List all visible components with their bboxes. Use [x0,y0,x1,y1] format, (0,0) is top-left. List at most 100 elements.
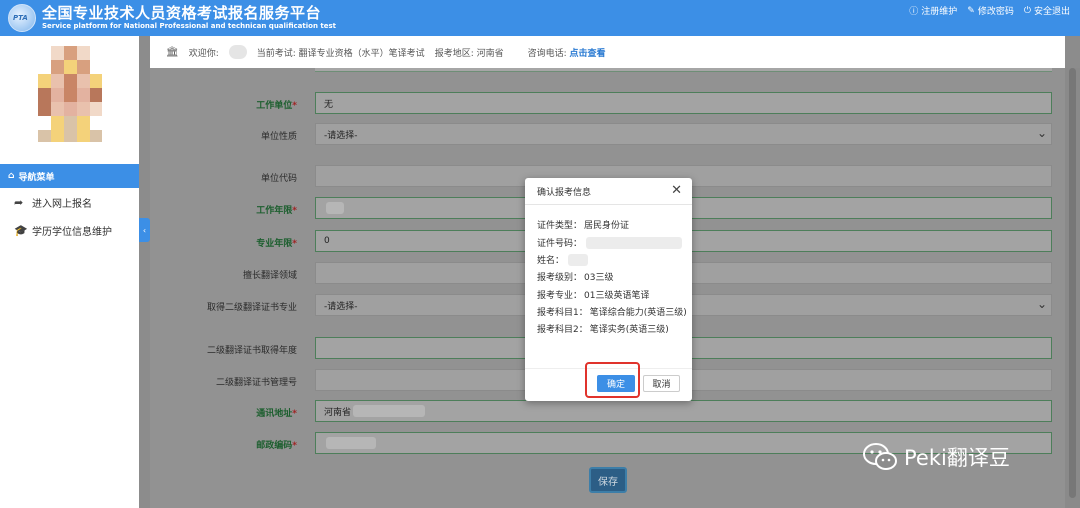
exam-info-bar: 🏛 欢迎你: 当前考试: 翻译专业资格（水平）笔译考试 报考地区: 河南省 咨询… [150,36,1065,68]
scrollbar-thumb[interactable] [1069,68,1076,498]
sidebar-item-education-info[interactable]: 🎓 学历学位信息维护 [0,218,139,242]
register-maintain-label: 注册维护 [921,7,958,17]
change-password-label: 修改密码 [977,7,1014,17]
watermark-text: Peki翻译豆 [904,446,1010,470]
previous-field-edge [315,68,1052,72]
confirm-button[interactable]: 确定 [597,375,635,392]
confirm-registration-dialog: 确认报考信息 ✕ 证件类型： 居民身份证 证件号码： 姓名： 报考级别： 03三级 报考专业… [525,178,692,401]
nav-menu-header: ⌂ 导航菜单 [0,164,139,188]
form-label: 擅长翻译领域 [127,268,297,281]
dialog-info-line: 报考专业： 01三级英语笔译 [537,288,649,301]
home-icon: ⌂ [8,171,15,181]
page-scrollbar[interactable] [1065,68,1080,508]
dialog-info-label: 证件类型： [537,221,583,231]
redacted-value [568,253,589,266]
form-label: 二级翻译证书管理号 [127,375,297,388]
form-label-text: 工作年限 [256,206,293,216]
form-label: 单位性质 [127,129,297,142]
form-label: 取得二级翻译证书专业 [127,300,297,313]
form-label: 二级翻译证书取得年度 [127,343,297,356]
dialog-info-label: 报考级别： [537,273,583,283]
header-links: ⓘ 注册维护 ✎ 修改密码 ⏻ 安全退出 [909,4,1070,18]
dialog-info-value: 03三级 [584,273,614,283]
form-label-text: 擅长翻译领域 [242,271,297,281]
form-label-text: 工作单位 [256,101,293,111]
redacted-value [353,405,426,417]
form-label-text: 专业年限 [256,239,293,249]
dialog-info-line: 姓名： [537,253,589,266]
cancel-button[interactable]: 取消 [643,375,680,392]
sidebar-collapse-toggle[interactable]: ‹ [139,218,150,242]
sidebar-item-label: 进入网上报名 [32,198,92,210]
form-field-value: 河南省 [324,407,352,418]
dialog-info-line: 报考级别： 03三级 [537,270,613,283]
form-label-text: 邮政编码 [256,441,293,451]
dialog-info-label: 报考科目1： [537,308,588,318]
region-value: 河南省 [476,48,504,59]
current-exam-value: 翻译专业资格（水平）笔译考试 [298,48,425,59]
required-star: * [292,206,297,216]
change-password-link[interactable]: ✎ 修改密码 [967,4,1014,18]
form-field-value: 无 [324,99,334,110]
edit-icon: ✎ [967,5,975,16]
dialog-info-line: 证件号码： [537,236,683,249]
power-icon: ⏻ [1023,5,1031,16]
dialog-info-line: 报考科目1： 笔译综合能力(英语三级) [537,305,687,318]
region-label: 报考地区: [434,48,474,59]
close-icon[interactable]: ✕ [671,183,682,198]
redacted-value [326,437,376,449]
required-star: * [292,239,297,249]
logout-label: 安全退出 [1033,7,1070,17]
form-label-text: 取得二级翻译证书专业 [206,303,297,313]
form-select[interactable]: -请选择- [315,123,1052,145]
graduation-cap-icon: 🎓 [14,223,28,237]
dialog-info-label: 证件号码： [537,239,583,249]
required-star: * [292,409,297,419]
bank-icon: 🏛 [166,46,179,58]
sidebar-item-label: 学历学位信息维护 [32,226,112,238]
form-label: 工作年限* [127,203,297,216]
form-field-value: -请选择- [324,130,358,141]
form-label: 单位代码 [127,171,297,184]
dialog-info-label: 报考科目2： [537,325,588,335]
top-header: PTA 全国专业技术人员资格考试报名服务平台 Service platform … [0,0,1080,36]
form-field-value: -请选择- [324,301,358,312]
phone-view-link[interactable]: 点击查看 [570,49,606,59]
sidebar: ⌂ 导航菜单 ➦ 进入网上报名 🎓 学历学位信息维护 [0,36,139,508]
current-exam-label: 当前考试: [256,48,296,59]
form-label-text: 二级翻译证书管理号 [215,378,297,388]
form-input[interactable]: 河南省 [315,400,1052,422]
phone-label: 咨询电话: [527,48,567,59]
dialog-info-label: 姓名： [537,256,565,266]
user-name-redacted [228,45,247,59]
info-icon: ⓘ [909,7,919,17]
form-input[interactable]: 无 [315,92,1052,114]
required-star: * [292,101,297,111]
required-star: * [292,441,297,451]
wechat-icon [863,443,897,470]
logout-link[interactable]: ⏻ 安全退出 [1023,4,1070,18]
dialog-info-line: 证件类型： 居民身份证 [537,218,629,231]
dialog-info-label: 报考专业： [537,291,583,301]
register-maintain-link[interactable]: ⓘ 注册维护 [909,4,957,17]
save-button[interactable]: 保存 [589,467,627,493]
form-label: 工作单位* [127,98,297,111]
logo: PTA [8,4,36,32]
form-label-text: 二级翻译证书取得年度 [206,346,297,356]
chevron-left-icon: ‹ [142,225,147,235]
avatar [38,46,102,142]
form-label-text: 单位性质 [260,132,297,142]
watermark: Peki翻译豆 [862,442,1010,472]
welcome-text: 欢迎你: [188,48,219,59]
form-label: 通讯地址* [127,406,297,419]
share-arrow-icon: ➦ [14,195,24,209]
dialog-info-value: 居民身份证 [584,221,630,231]
nav-menu-label: 导航菜单 [18,172,55,183]
form-label-text: 通讯地址 [256,409,293,419]
dialog-info-value: 01三级英语笔译 [584,291,650,301]
dialog-info-value: 笔译实务(英语三级) [589,325,669,335]
site-subtitle: Service platform for National Profession… [42,22,336,30]
sidebar-item-online-registration[interactable]: ➦ 进入网上报名 [0,190,139,214]
redacted-value [326,202,344,214]
dialog-title: 确认报考信息 [537,187,592,198]
